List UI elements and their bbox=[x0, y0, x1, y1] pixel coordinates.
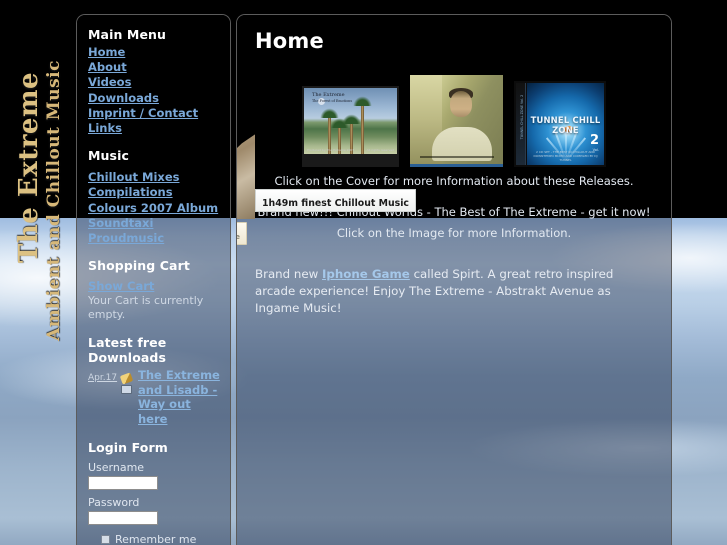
music-link-chillout-mixes[interactable]: Chillout Mixes bbox=[88, 170, 180, 184]
sidebar-item-videos: Videos bbox=[88, 74, 220, 89]
download-title-link[interactable]: The Extreme and Lisadb - Way out here bbox=[138, 368, 220, 426]
portrait-photo-art bbox=[410, 75, 503, 164]
cover-credit-left: Produced by The Extreme 2007 bbox=[307, 148, 355, 153]
image-caption: Click on the Image for more Information. bbox=[336, 226, 572, 240]
cover-colours-album[interactable]: The Extreme The Forest of Emotions Produ… bbox=[302, 86, 399, 167]
main-menu-link-about[interactable]: About bbox=[88, 60, 127, 74]
download-date: Apr.17 bbox=[88, 373, 118, 384]
username-input[interactable] bbox=[88, 476, 158, 491]
music-link-proudmusic[interactable]: Proudmusic bbox=[88, 231, 164, 245]
main-menu-heading: Main Menu bbox=[88, 27, 167, 42]
face-shape bbox=[450, 91, 472, 117]
page-title: Home bbox=[255, 29, 324, 53]
main-menu-link-videos[interactable]: Videos bbox=[88, 75, 131, 89]
cover-fine-print: 2 CD SET - THE BEST IN CHILLOUT AND DOWN… bbox=[533, 150, 598, 162]
cover-subtitle: The Forest of Emotions bbox=[312, 99, 353, 103]
main-menu-link-links[interactable]: Links bbox=[88, 121, 122, 135]
cover-portrait-photo[interactable] bbox=[410, 75, 503, 167]
cover-credit-right: All rights reserved bbox=[366, 148, 394, 153]
latest-download-entry: Apr.17 The Extreme and Lisadb - Way out … bbox=[88, 368, 220, 426]
music-link-soundtaxi[interactable]: Soundtaxi bbox=[88, 216, 153, 230]
site-title-vertical: The Extreme bbox=[14, 72, 44, 263]
covers-caption: Click on the Cover for more Information … bbox=[274, 174, 634, 188]
sidebar-item-proudmusic: Proudmusic bbox=[88, 230, 220, 245]
remember-me-checkbox[interactable] bbox=[101, 535, 110, 545]
photo-bar-line bbox=[420, 156, 494, 158]
sidebar-panel: Main Menu Home About Videos Downloads Im… bbox=[76, 14, 231, 545]
cover-tunnel-chill-zone[interactable]: TUNNEL CHILL ZONE Vol. 2 TUNNEL CHILL ZO… bbox=[514, 81, 606, 167]
sidebar-item-links: Links bbox=[88, 120, 220, 135]
site-banner: The Extreme Ambient and Chillout Music bbox=[0, 0, 76, 545]
cover-artist-text: The Extreme The Forest of Emotions bbox=[312, 92, 352, 104]
remember-me-label: Remember me bbox=[115, 533, 197, 545]
main-menu-link-home[interactable]: Home bbox=[88, 45, 125, 59]
download-icons bbox=[119, 368, 135, 426]
cover-volume-number: 2 bbox=[589, 133, 599, 148]
password-input[interactable] bbox=[88, 511, 158, 526]
cover-art-anemone: TUNNEL CHILL ZONE Vol. 2 2 CD SET - THE … bbox=[527, 83, 604, 165]
sidebar-item-downloads: Downloads bbox=[88, 90, 220, 105]
music-heading: Music bbox=[88, 148, 129, 164]
music-menu-list: Chillout Mixes Compilations Colours 2007… bbox=[88, 169, 220, 245]
sidebar-item-home: Home bbox=[88, 44, 220, 59]
cover-art-palms: The Extreme The Forest of Emotions Produ… bbox=[304, 88, 397, 154]
sidebar-item-soundtaxi: Soundtaxi bbox=[88, 215, 220, 230]
cover-artist-name: The Extreme bbox=[312, 92, 345, 98]
iphone-game-link[interactable]: Iphone Game bbox=[322, 267, 410, 281]
show-cart-link[interactable]: Show Cart bbox=[88, 279, 154, 293]
username-label: Username bbox=[88, 461, 145, 475]
cover-title-tunnel: TUNNEL CHILL ZONE bbox=[530, 115, 601, 135]
site-subtitle-vertical: Ambient and Chillout Music bbox=[44, 60, 64, 341]
iphone-para-prefix: Brand new bbox=[255, 267, 319, 281]
iphone-game-paragraph: Brand new Iphone Game called Spirt. A gr… bbox=[251, 266, 657, 317]
cart-status-text: Your Cart is currently empty. bbox=[88, 294, 204, 322]
palm-tree-icon bbox=[352, 95, 373, 154]
content-panel: Home The Extreme The Forest of Emotions … bbox=[236, 14, 672, 545]
edit-pencil-icon bbox=[119, 372, 134, 385]
sidebar-item-compilations: Compilations bbox=[88, 184, 220, 199]
sidebar-item-imprint-contact: Imprint / Contact bbox=[88, 105, 220, 120]
cd-spine: TUNNEL CHILL ZONE Vol. 2 bbox=[516, 83, 526, 165]
release-covers-row: The Extreme The Forest of Emotions Produ… bbox=[251, 75, 657, 167]
sidebar-item-about: About bbox=[88, 59, 220, 74]
cd-spine-text: TUNNEL CHILL ZONE Vol. 2 bbox=[520, 94, 524, 140]
main-menu-list: Home About Videos Downloads Imprint / Co… bbox=[88, 44, 220, 135]
music-link-colours-2007-album[interactable]: Colours 2007 Album bbox=[88, 201, 218, 215]
main-menu-link-downloads[interactable]: Downloads bbox=[88, 91, 159, 105]
music-link-compilations[interactable]: Compilations bbox=[88, 185, 173, 199]
latest-downloads-heading: Latest free Downloads bbox=[88, 335, 167, 366]
login-form-heading: Login Form bbox=[88, 440, 168, 456]
document-icon bbox=[121, 385, 132, 395]
sidebar-item-chillout-mixes: Chillout Mixes bbox=[88, 169, 220, 184]
sidebar-item-colours-2007-album: Colours 2007 Album bbox=[88, 200, 220, 215]
password-label: Password bbox=[88, 496, 140, 510]
remember-me-row[interactable]: Remember me bbox=[101, 533, 220, 545]
portrait-underline bbox=[410, 164, 503, 167]
main-menu-link-imprint-contact[interactable]: Imprint / Contact bbox=[88, 106, 198, 120]
shopping-cart-heading: Shopping Cart bbox=[88, 258, 190, 274]
